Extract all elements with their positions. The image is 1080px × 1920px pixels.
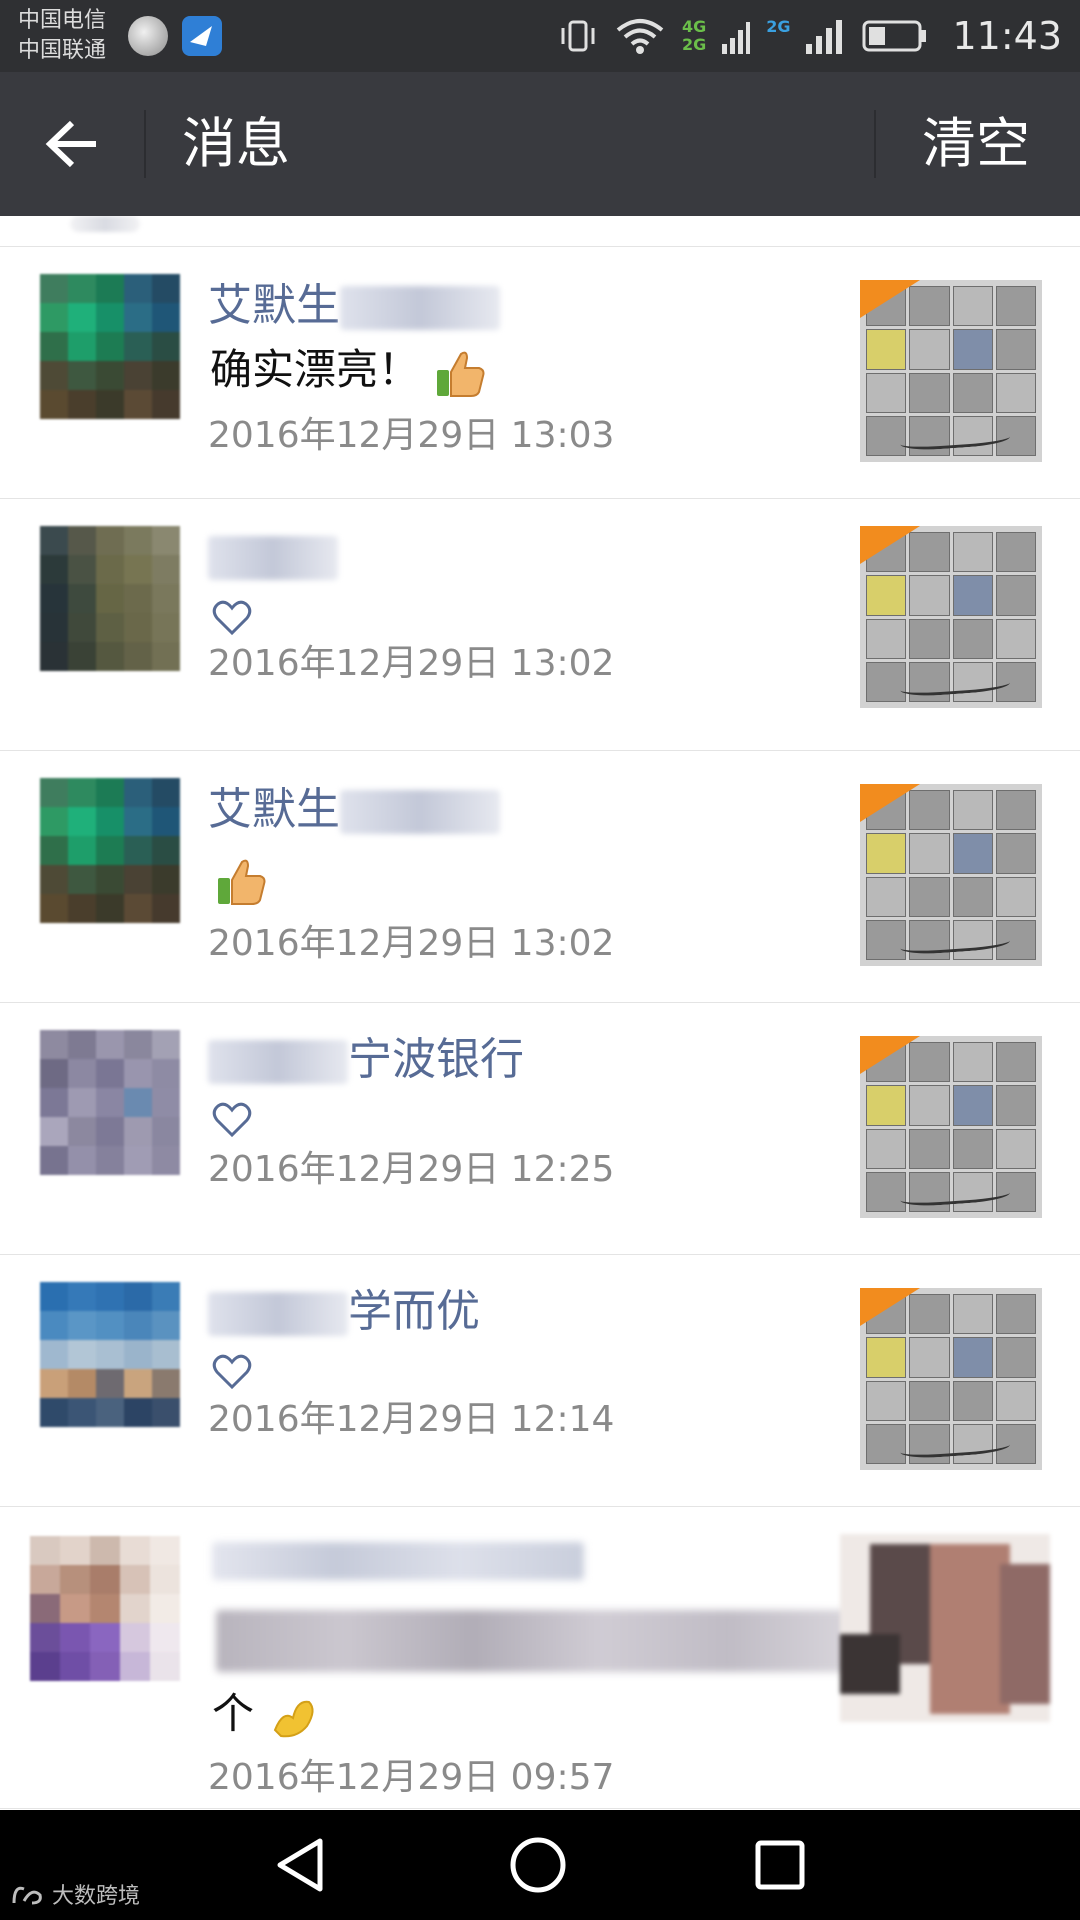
- redacted-name: [208, 1292, 348, 1336]
- list-item[interactable]: 艾默生 确实漂亮！ 2016年12月29日 13:03: [0, 246, 1080, 499]
- timestamp: 2016年12月29日 12:25: [208, 1149, 615, 1190]
- previous-item-edge: [0, 216, 1080, 247]
- redacted-name: [340, 286, 500, 330]
- carrier-2: 中国联通: [18, 38, 107, 63]
- back-button[interactable]: [36, 108, 108, 180]
- carrier-1: 中国电信: [18, 8, 107, 33]
- avatar[interactable]: [30, 1536, 180, 1681]
- bird-app-icon: [182, 16, 222, 56]
- clear-button[interactable]: 清空: [922, 108, 1030, 180]
- post-preview-thumbnail[interactable]: [860, 784, 1042, 966]
- timestamp: 2016年12月29日 13:03: [208, 415, 615, 456]
- message-content: 个: [212, 1686, 321, 1744]
- heart-icon: [212, 600, 252, 636]
- sender-name[interactable]: 宁波银行: [208, 1032, 524, 1088]
- wifi-icon: [616, 19, 664, 54]
- timestamp: 2016年12月29日 13:02: [208, 923, 615, 964]
- timestamp: 2016年12月29日 13:02: [208, 643, 615, 684]
- redacted-name: [340, 790, 500, 834]
- back-arrow-icon: [45, 120, 96, 168]
- redacted-name: [208, 1040, 348, 1084]
- avatar[interactable]: [40, 274, 180, 419]
- watermark: 大数跨境: [10, 1878, 140, 1910]
- message-content: 确实漂亮！: [210, 342, 487, 400]
- title-divider-right: [874, 110, 876, 178]
- post-preview-thumbnail[interactable]: [860, 280, 1042, 462]
- network-type-2: 2G: [766, 17, 791, 36]
- sender-name[interactable]: [208, 528, 338, 584]
- signal-icon-2: [806, 20, 843, 54]
- post-preview-thumbnail[interactable]: [840, 1534, 1050, 1722]
- thumbs-up-icon: [218, 859, 266, 905]
- redacted-name: [212, 1542, 584, 1580]
- avatar[interactable]: [40, 1282, 180, 1427]
- list-item[interactable]: 2016年12月29日 13:02: [0, 498, 1080, 751]
- heart-icon: [212, 1354, 252, 1390]
- avatar[interactable]: [40, 526, 180, 671]
- sender-name[interactable]: 艾默生: [208, 278, 500, 334]
- watermark-logo-icon: [12, 1886, 42, 1905]
- battery-icon: [862, 20, 927, 52]
- list-item[interactable]: 学而优 2016年12月29日 12:14: [0, 1254, 1080, 1507]
- recents-square-icon[interactable]: [750, 1835, 810, 1895]
- message-list[interactable]: 艾默生 确实漂亮！ 2016年12月29日 13:03 2016年12月29日 …: [0, 216, 1080, 1810]
- list-item[interactable]: 个 2016年12月29日 09:57: [0, 1506, 1080, 1809]
- home-circle-icon[interactable]: [508, 1835, 568, 1895]
- list-item[interactable]: 宁波银行 2016年12月29日 12:25: [0, 1002, 1080, 1255]
- carrier-labels: 中国电信 中国联通: [18, 6, 106, 66]
- avatar[interactable]: [40, 778, 180, 923]
- sender-name[interactable]: 艾默生: [208, 782, 500, 838]
- post-preview-thumbnail[interactable]: [860, 1288, 1042, 1470]
- timestamp: 2016年12月29日 09:57: [208, 1757, 615, 1798]
- status-icons: 4G 2G 2G 11:43: [558, 0, 1062, 72]
- vibrate-icon: [561, 20, 595, 52]
- avatar[interactable]: [40, 1030, 180, 1175]
- status-bar: 中国电信 中国联通 4G 2G 2G 11:43: [0, 0, 1080, 72]
- title-bar: 消息 清空: [0, 72, 1080, 216]
- signal-icon-1: [722, 22, 751, 54]
- redacted-content: [216, 1610, 856, 1672]
- back-triangle-icon[interactable]: [272, 1835, 332, 1895]
- post-preview-thumbnail[interactable]: [860, 526, 1042, 708]
- app-notification-icon: [128, 16, 168, 56]
- page-title: 消息: [182, 112, 290, 175]
- title-divider-left: [144, 110, 146, 178]
- network-type-1: 4G 2G: [681, 17, 707, 54]
- thumbs-up-icon: [437, 351, 485, 397]
- heart-icon: [212, 1102, 252, 1138]
- strong-arm-icon: [274, 1700, 314, 1737]
- list-item[interactable]: 艾默生 2016年12月29日 13:02: [0, 750, 1080, 1003]
- system-nav-bar: 大数跨境: [0, 1810, 1080, 1920]
- sender-name[interactable]: 学而优: [208, 1284, 480, 1340]
- timestamp: 2016年12月29日 12:14: [208, 1399, 615, 1440]
- post-preview-thumbnail[interactable]: [860, 1036, 1042, 1218]
- clock: 11:43: [952, 14, 1062, 58]
- redacted-name: [208, 536, 338, 580]
